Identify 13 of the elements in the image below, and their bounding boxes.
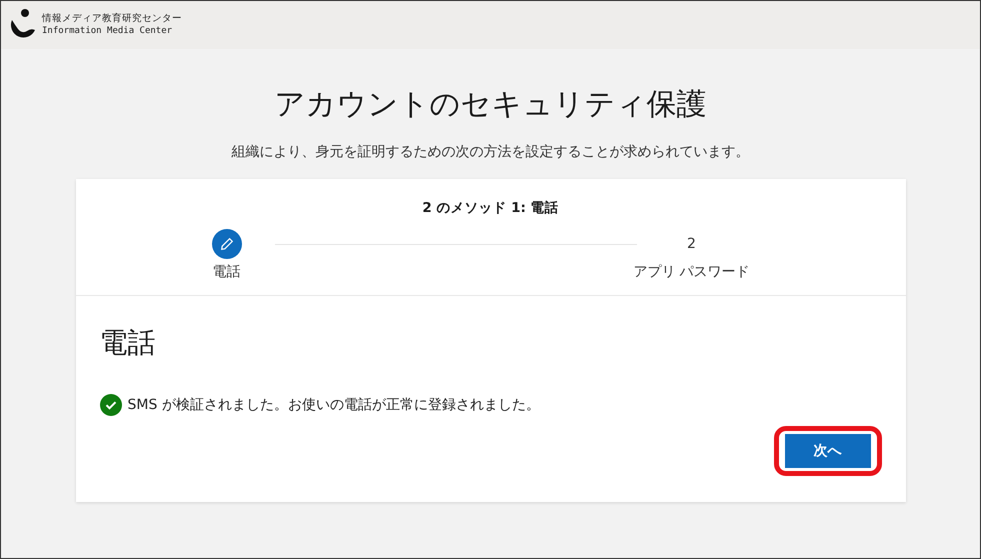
- progress-text: 2 のメソッド 1: 電話: [422, 199, 559, 217]
- page-subtitle: 組織により、身元を証明するための次の方法を設定することが求められています。: [232, 143, 750, 161]
- org-name-english: Information Media Center: [42, 25, 174, 38]
- pencil-icon: [220, 237, 234, 251]
- step-label: 電話: [212, 263, 240, 281]
- step-label: アプリ パスワード: [633, 263, 750, 281]
- status-message: SMS が検証されました。お使いの電話が正常に登録されました。: [128, 396, 540, 414]
- org-name: 情報メディア教育研究センター: [42, 12, 182, 25]
- step-number: 2: [686, 235, 697, 254]
- page-title: アカウントのセキュリティ保護: [274, 86, 706, 124]
- section-title: 電話: [100, 325, 156, 361]
- next-button[interactable]: 次へ: [784, 434, 870, 468]
- check-icon: [100, 394, 122, 416]
